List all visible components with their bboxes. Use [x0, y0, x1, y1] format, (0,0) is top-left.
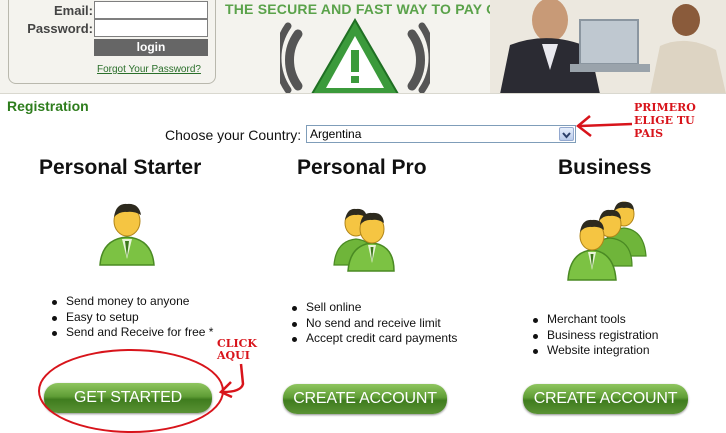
feature-item: Send and Receive for free * [50, 325, 213, 341]
site-header: Email: Password: login Forgot Your Passw… [0, 0, 726, 94]
header-photo [490, 0, 726, 93]
create-account-button-business[interactable]: CREATE ACCOUNT [523, 384, 688, 414]
two-users-icon [333, 208, 395, 272]
plan-title-personal-starter: Personal Starter [39, 156, 202, 179]
feature-item: Sell online [290, 300, 457, 316]
annotation-primero-line1: PRIMERO [634, 101, 696, 114]
feature-item: Easy to setup [50, 310, 213, 326]
email-label: Email: [53, 3, 93, 18]
annotation-click: CLICK AQUI [217, 338, 257, 362]
email-row: Email: [9, 1, 217, 21]
plan-title-personal-pro: Personal Pro [297, 156, 427, 179]
login-button[interactable]: login [94, 39, 208, 56]
country-label: Choose your Country: [165, 127, 302, 143]
annotation-primero-line2: ELIGE TU PAIS [634, 114, 695, 140]
feature-item: Merchant tools [531, 312, 658, 328]
annotation-click-line2: AQUI [217, 349, 250, 362]
warning-logo-icon [280, 18, 430, 93]
feature-item: Business registration [531, 328, 658, 344]
feature-item: Accept credit card payments [290, 331, 457, 347]
registration-heading: Registration [7, 98, 89, 114]
forgot-password-link[interactable]: Forgot Your Password? [97, 64, 201, 75]
chevron-down-icon[interactable] [559, 127, 574, 141]
feature-item: No send and receive limit [290, 316, 457, 332]
plan-title-business: Business [558, 156, 652, 179]
annotation-primero: PRIMERO ELIGE TU PAIS [634, 101, 726, 140]
email-field[interactable] [94, 1, 208, 19]
annotation-circle [38, 349, 224, 433]
group-users-icon [567, 201, 647, 281]
red-arrow-icon [576, 115, 633, 137]
plan-features-business: Merchant tools Business registration Web… [531, 312, 658, 359]
login-box: Email: Password: login Forgot Your Passw… [8, 0, 216, 84]
country-select[interactable]: Argentina [306, 125, 576, 143]
single-user-icon [99, 203, 155, 266]
password-label: Password: [27, 21, 93, 36]
plan-features-personal-starter: Send money to anyone Easy to setup Send … [50, 294, 213, 341]
feature-item: Send money to anyone [50, 294, 213, 310]
password-field[interactable] [94, 19, 208, 37]
feature-item: Website integration [531, 343, 658, 359]
plan-features-personal-pro: Sell online No send and receive limit Ac… [290, 300, 457, 347]
country-selected-value: Argentina [310, 127, 362, 141]
create-account-button-pro[interactable]: CREATE ACCOUNT [283, 384, 447, 414]
password-row: Password: [9, 19, 217, 39]
